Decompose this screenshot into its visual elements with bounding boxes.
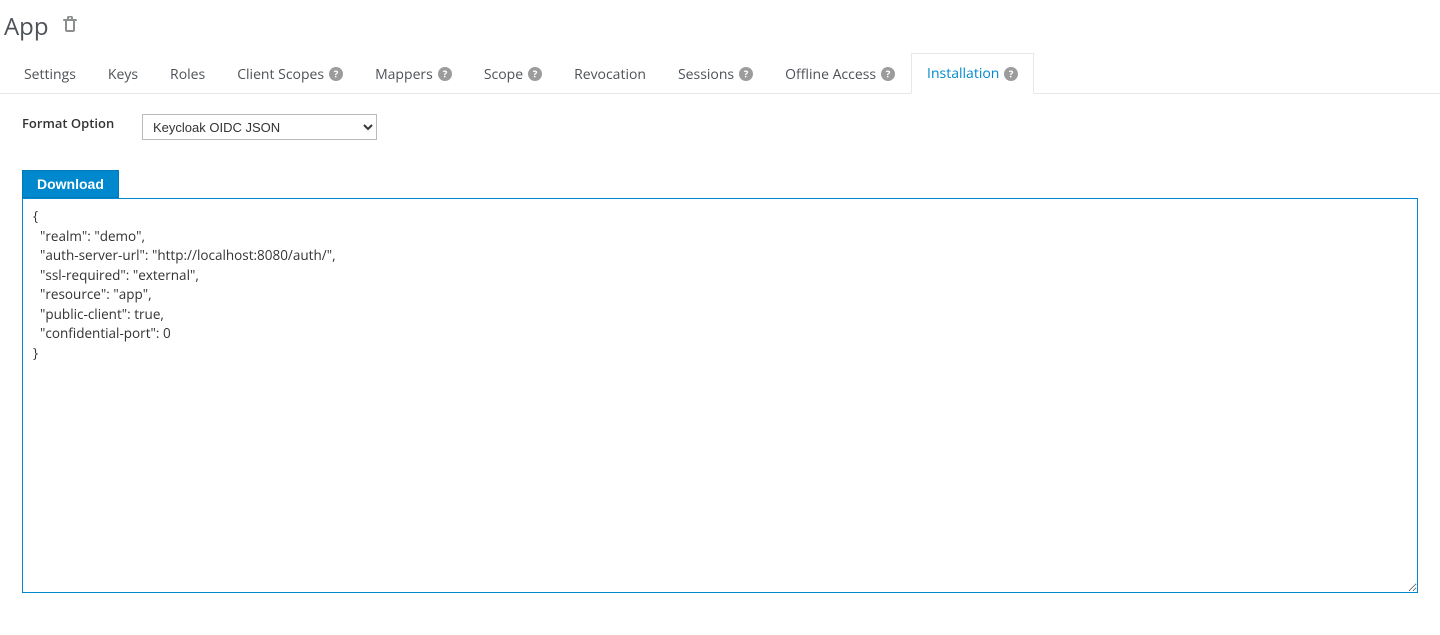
tab-label: Client Scopes [237,65,324,84]
help-icon: ? [528,67,542,81]
page-title: App [4,10,49,43]
tab-sessions[interactable]: Sessions? [662,53,769,94]
svg-text:?: ? [744,68,749,81]
svg-text:?: ? [886,68,891,81]
tab-installation[interactable]: Installation? [911,53,1034,94]
tab-mappers[interactable]: Mappers? [359,53,468,94]
svg-text:?: ? [443,68,448,81]
help-icon: ? [1004,67,1018,81]
tab-label: Mappers [375,65,433,84]
format-option-label: Format Option [22,114,142,132]
tab-label: Scope [484,65,523,84]
tab-bar: SettingsKeysRolesClient Scopes?Mappers?S… [0,53,1440,94]
svg-text:?: ? [334,68,339,81]
tab-keys[interactable]: Keys [92,53,154,94]
tab-label: Offline Access [785,65,876,84]
help-icon: ? [438,67,452,81]
tab-label: Installation [927,64,999,83]
tab-offline-access[interactable]: Offline Access? [769,53,911,94]
tab-scope[interactable]: Scope? [468,53,558,94]
tab-label: Revocation [574,65,646,84]
tab-label: Keys [108,65,138,84]
installation-code-textarea[interactable] [22,198,1418,593]
help-icon: ? [881,67,895,81]
download-button[interactable]: Download [22,170,119,198]
tab-roles[interactable]: Roles [154,53,221,94]
format-option-select[interactable]: Keycloak OIDC JSON [142,114,377,140]
svg-text:?: ? [533,68,538,81]
help-icon: ? [329,67,343,81]
tab-settings[interactable]: Settings [8,53,92,94]
delete-icon[interactable] [63,16,77,37]
help-icon: ? [739,67,753,81]
tab-revocation[interactable]: Revocation [558,53,662,94]
tab-label: Sessions [678,65,734,84]
tab-label: Roles [170,65,205,84]
tab-label: Settings [24,65,76,84]
svg-text:?: ? [1009,67,1014,80]
tab-client-scopes[interactable]: Client Scopes? [221,53,359,94]
